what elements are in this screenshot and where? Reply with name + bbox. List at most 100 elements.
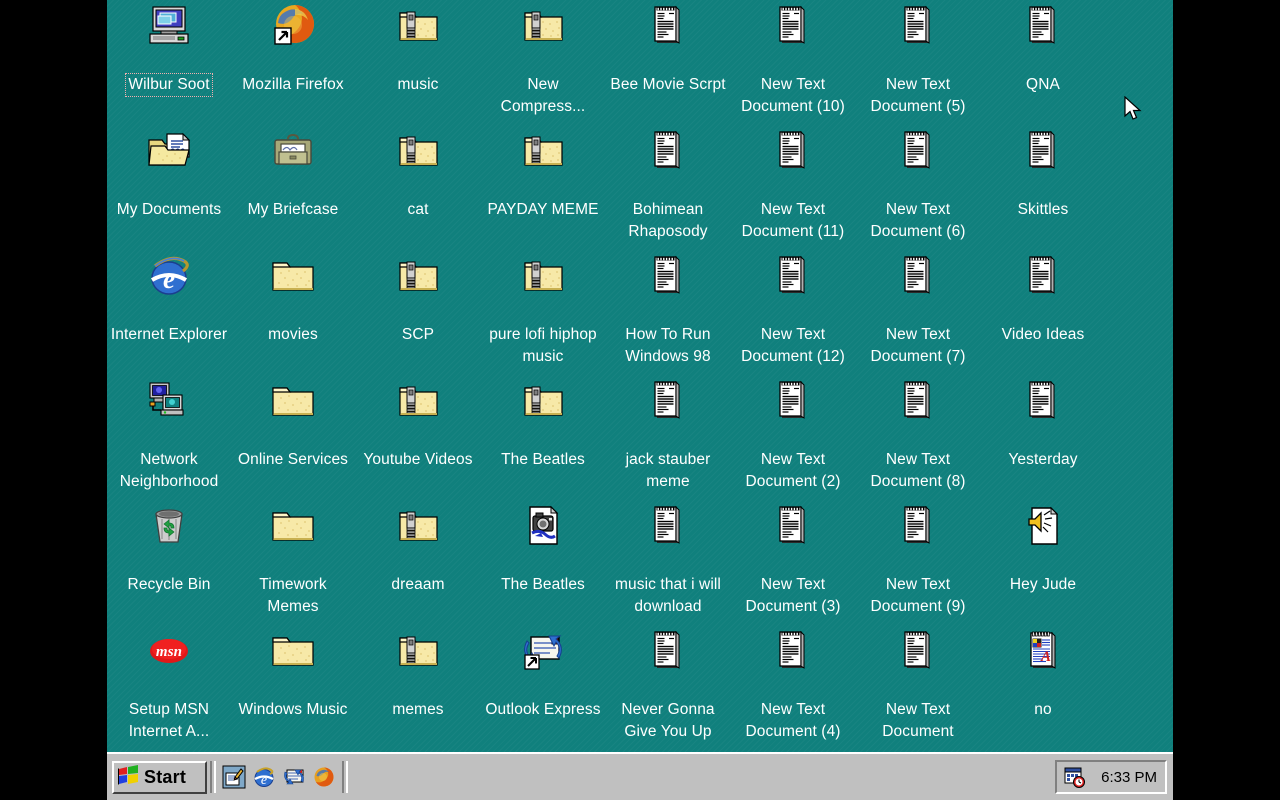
text-document-icon: [769, 252, 817, 300]
desktop-icon[interactable]: memes: [356, 627, 480, 721]
desktop-icon[interactable]: New Text Document (7): [856, 252, 980, 368]
text-document-icon: [644, 2, 692, 50]
desktop-icon[interactable]: New Text Document (5): [856, 2, 980, 118]
desktop-icon[interactable]: New Text Document (11): [731, 127, 855, 243]
desktop-icon[interactable]: music that i will download: [606, 502, 730, 618]
desktop-icon[interactable]: My Briefcase: [231, 127, 355, 221]
show-desktop-icon[interactable]: [219, 761, 249, 793]
desktop-icon[interactable]: New Text Document (8): [856, 377, 980, 493]
zip-folder-icon: [394, 252, 442, 300]
desktop-icon[interactable]: cat: [356, 127, 480, 221]
desktop-icon[interactable]: New Text Document (2): [731, 377, 855, 493]
text-document-icon: [894, 502, 942, 550]
text-document-icon: [644, 627, 692, 675]
desktop-icon[interactable]: Never Gonna Give You Up: [606, 627, 730, 743]
folder-icon: [269, 502, 317, 550]
desktop-icon[interactable]: pure lofi hiphop music: [481, 252, 605, 368]
text-document-icon: [644, 502, 692, 550]
desktop-icon[interactable]: New Compress...: [481, 2, 605, 118]
desktop-icon[interactable]: Video Ideas: [981, 252, 1105, 346]
desktop-icon[interactable]: Network Neighborhood: [107, 377, 231, 493]
desktop-icon[interactable]: Windows Music: [231, 627, 355, 721]
letterbox-left: [0, 0, 107, 800]
text-document-icon: [894, 127, 942, 175]
desktop-icon[interactable]: New Text Document (6): [856, 127, 980, 243]
internet-explorer-icon[interactable]: e: [249, 761, 279, 793]
task-scheduler-icon[interactable]: [1063, 765, 1087, 789]
text-document-icon: [769, 627, 817, 675]
desktop-icon[interactable]: How To Run Windows 98: [606, 252, 730, 368]
desktop-icon[interactable]: music: [356, 2, 480, 96]
taskbar-divider: [210, 761, 216, 793]
desktop-icon[interactable]: Online Services: [231, 377, 355, 471]
start-button[interactable]: Start: [112, 760, 207, 794]
desktop-icon-label: Recycle Bin: [127, 576, 211, 593]
text-document-icon: [769, 127, 817, 175]
text-document-icon: [644, 252, 692, 300]
desktop-icon[interactable]: Timework Memes: [231, 502, 355, 618]
desktop-icon-label: Internet Explorer: [110, 326, 228, 343]
desktop-icon-label: The Beatles: [501, 451, 585, 468]
text-document-icon: [894, 2, 942, 50]
zip-folder-icon: [394, 2, 442, 50]
desktop-icon[interactable]: Youtube Videos: [356, 377, 480, 471]
desktop-icon-label: movies: [268, 326, 318, 343]
desktop-icon-label: New Text Document (7): [870, 326, 966, 365]
zip-folder-icon: [394, 502, 442, 550]
desktop-icon[interactable]: The Beatles: [481, 502, 605, 596]
desktop-icon-label: Outlook Express: [485, 701, 601, 718]
desktop-icon-label: Video Ideas: [1001, 326, 1085, 343]
desktop-icon[interactable]: New Text Document (4): [731, 627, 855, 743]
desktop-icon[interactable]: Bee Movie Scrpt: [606, 2, 730, 96]
taskbar-divider-2: [342, 761, 348, 793]
windows-flag-icon: [118, 764, 140, 790]
internet-explorer-icon: e: [145, 252, 193, 300]
desktop-icon-label: pure lofi hiphop music: [489, 326, 597, 365]
desktop-icon[interactable]: My Documents: [107, 127, 231, 221]
desktop-icon-label: music that i will download: [615, 576, 721, 615]
desktop-icon[interactable]: movies: [231, 252, 355, 346]
desktop-icon[interactable]: PAYDAY MEME: [481, 127, 605, 221]
desktop-icon-label: Yesterday: [1008, 451, 1078, 468]
recycle-bin-icon: [145, 502, 193, 550]
desktop-icon[interactable]: Recycle Bin: [107, 502, 231, 596]
desktop-icon[interactable]: Wilbur Soot: [107, 2, 231, 97]
desktop-icon[interactable]: e Internet Explorer: [107, 252, 231, 346]
desktop-icon[interactable]: jack stauber meme: [606, 377, 730, 493]
system-tray[interactable]: 6:33 PM: [1055, 760, 1167, 794]
desktop-icon-label: Bee Movie Scrpt: [610, 76, 726, 93]
desktop-icon-label: New Text Document (11): [741, 201, 845, 240]
text-document-icon: [1019, 127, 1067, 175]
desktop-icon-label: New Text Document (2): [745, 451, 841, 490]
taskbar-clock[interactable]: 6:33 PM: [1101, 769, 1157, 786]
desktop-icon-label: New Text Document (6): [870, 201, 966, 240]
desktop-icon[interactable]: New Text Document (9): [856, 502, 980, 618]
desktop-icon[interactable]: msn Setup MSN Internet A...: [107, 627, 231, 743]
desktop-surface[interactable]: Wilbur Soot Mozilla Firefox music New Co…: [107, 0, 1173, 752]
text-document-icon: [1019, 2, 1067, 50]
desktop-icon[interactable]: dreaam: [356, 502, 480, 596]
desktop-icon[interactable]: SCP: [356, 252, 480, 346]
desktop-icon-label: How To Run Windows 98: [625, 326, 711, 365]
desktop-icon-label: dreaam: [391, 576, 445, 593]
taskbar[interactable]: Start e 6:33 PM: [107, 752, 1173, 800]
desktop-icon[interactable]: Hey Jude: [981, 502, 1105, 596]
desktop-icon[interactable]: Bohimean Rhaposody: [606, 127, 730, 243]
desktop-icon[interactable]: Outlook Express: [481, 627, 605, 721]
image-file-icon: [519, 502, 567, 550]
desktop-icon[interactable]: The Beatles: [481, 377, 605, 471]
desktop-icon[interactable]: New Text Document (10): [731, 2, 855, 118]
desktop-icon-label: New Text Document (4): [745, 701, 841, 740]
desktop-icon[interactable]: Skittles: [981, 127, 1105, 221]
text-document-icon: [769, 377, 817, 425]
desktop-icon[interactable]: A no: [981, 627, 1105, 721]
desktop-icon[interactable]: New Text Document (3): [731, 502, 855, 618]
desktop-icon[interactable]: Yesterday: [981, 377, 1105, 471]
desktop-icon[interactable]: New Text Document (12): [731, 252, 855, 368]
firefox-icon[interactable]: [309, 761, 339, 793]
desktop-icon[interactable]: QNA: [981, 2, 1105, 96]
svg-text:A: A: [1040, 649, 1051, 665]
outlook-express-icon[interactable]: [279, 761, 309, 793]
desktop-icon[interactable]: New Text Document: [856, 627, 980, 743]
desktop-icon[interactable]: Mozilla Firefox: [231, 2, 355, 96]
